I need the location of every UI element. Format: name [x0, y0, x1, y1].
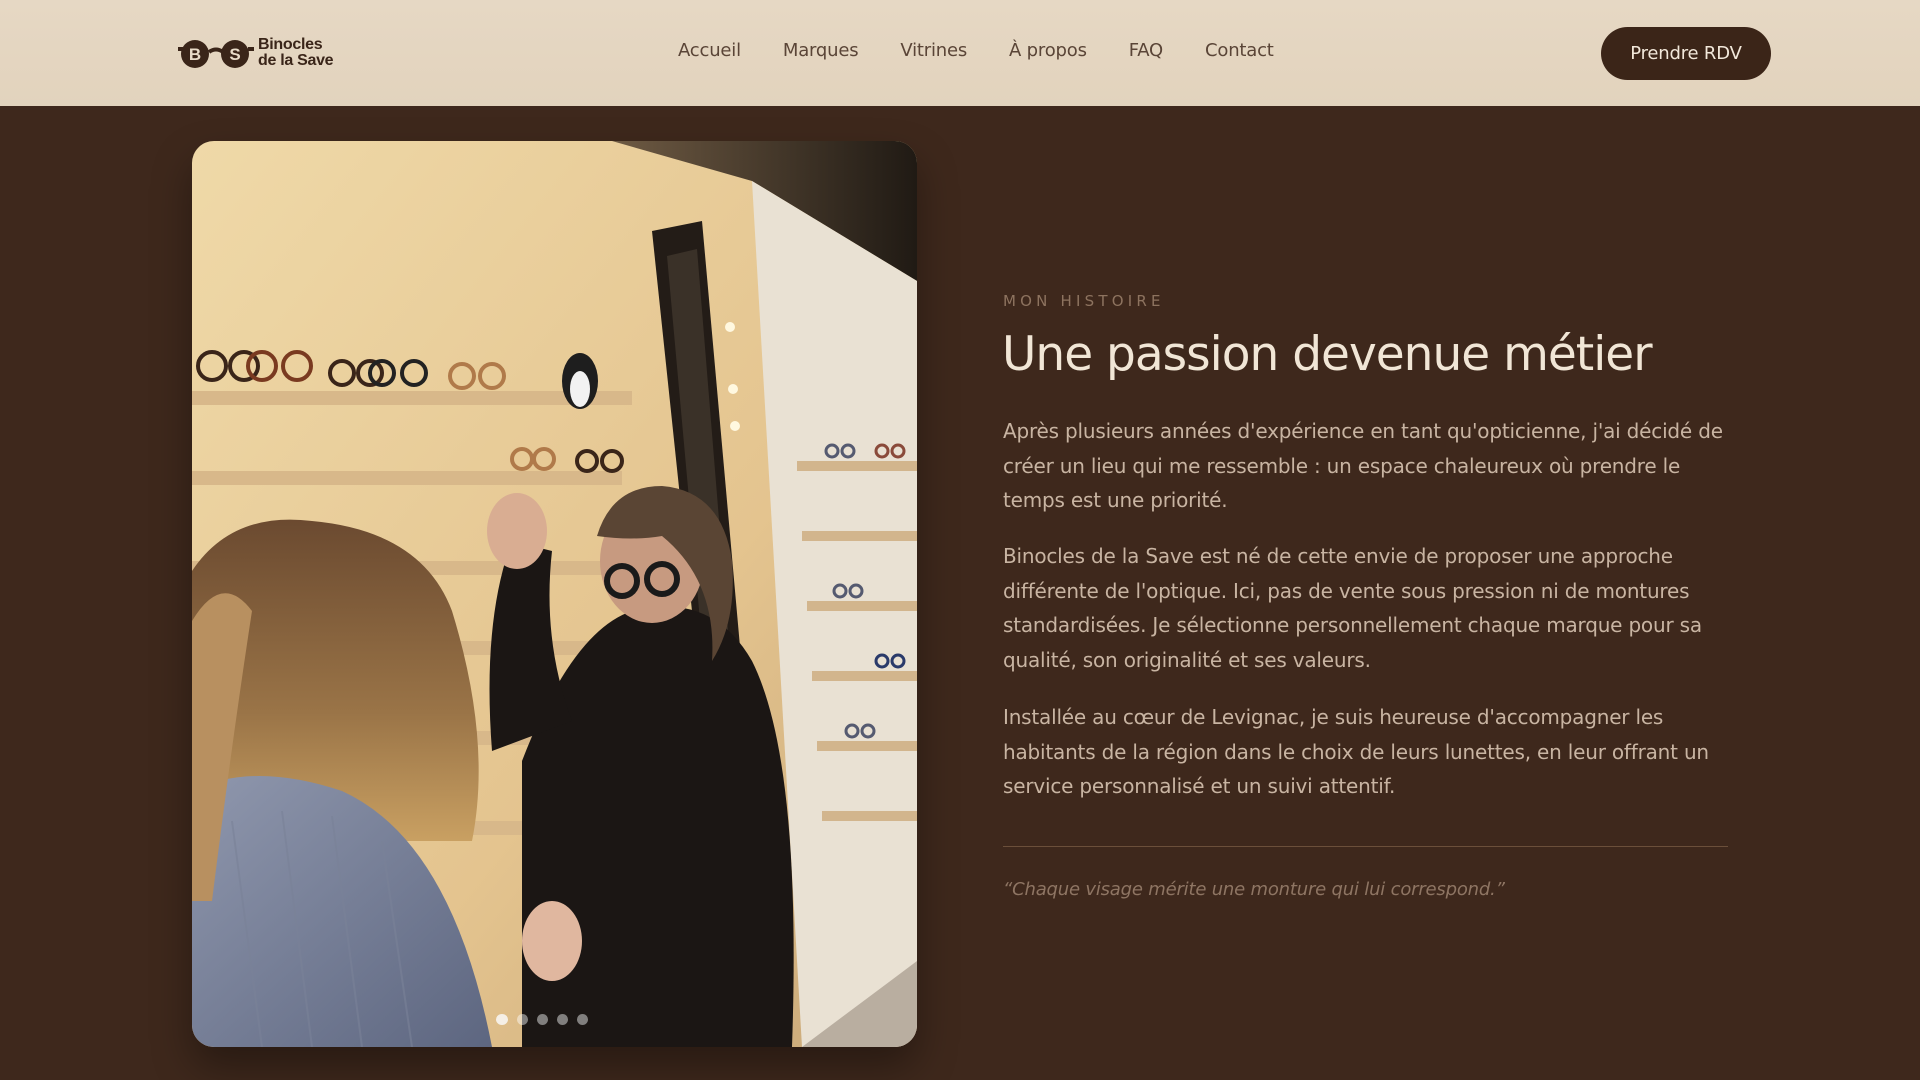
- carousel-dot-3[interactable]: [537, 1014, 548, 1025]
- divider: [1003, 846, 1728, 847]
- logo-letter-s: S: [229, 45, 240, 64]
- story-quote: “Chaque visage mérite une monture qui lu…: [1003, 879, 1505, 900]
- main-nav: Accueil Marques Vitrines À propos FAQ Co…: [678, 40, 1316, 61]
- nav-item-contact[interactable]: Contact: [1205, 40, 1274, 61]
- story-paragraph-1: Après plusieurs années d'expérience en t…: [1003, 419, 1723, 512]
- carousel-dot-5[interactable]: [577, 1014, 588, 1025]
- nav-item-accueil[interactable]: Accueil: [678, 40, 741, 61]
- nav-item-marques[interactable]: Marques: [783, 40, 859, 61]
- section-eyebrow: MON HISTOIRE: [1003, 292, 1165, 310]
- logo-letter-b: B: [189, 45, 201, 64]
- story-paragraph-2: Binocles de la Save est né de cette envi…: [1003, 544, 1702, 672]
- book-appointment-button[interactable]: Prendre RDV: [1601, 27, 1771, 80]
- section-title: Une passion devenue métier: [1002, 327, 1653, 382]
- carousel-dot-4[interactable]: [557, 1014, 568, 1025]
- logo[interactable]: B S Binocles de la Save: [178, 34, 334, 72]
- site-header: B S Binocles de la Save Accueil Marques …: [0, 0, 1920, 106]
- carousel-dot-2[interactable]: [517, 1014, 528, 1025]
- logo-wordmark: Binocles de la Save: [258, 36, 334, 69]
- glasses-logo-icon: B S: [178, 35, 254, 71]
- shop-photo: [192, 141, 917, 1047]
- carousel-dot-1[interactable]: [496, 1014, 508, 1025]
- nav-item-a-propos[interactable]: À propos: [1009, 40, 1087, 61]
- carousel-dots: [496, 1014, 588, 1025]
- story-paragraph-3: Installée au cœur de Levignac, je suis h…: [1003, 705, 1709, 798]
- nav-item-vitrines[interactable]: Vitrines: [900, 40, 967, 61]
- nav-item-faq[interactable]: FAQ: [1129, 40, 1163, 61]
- logo-line-1: Binocles: [258, 36, 323, 53]
- logo-line-2: de la Save: [258, 52, 334, 69]
